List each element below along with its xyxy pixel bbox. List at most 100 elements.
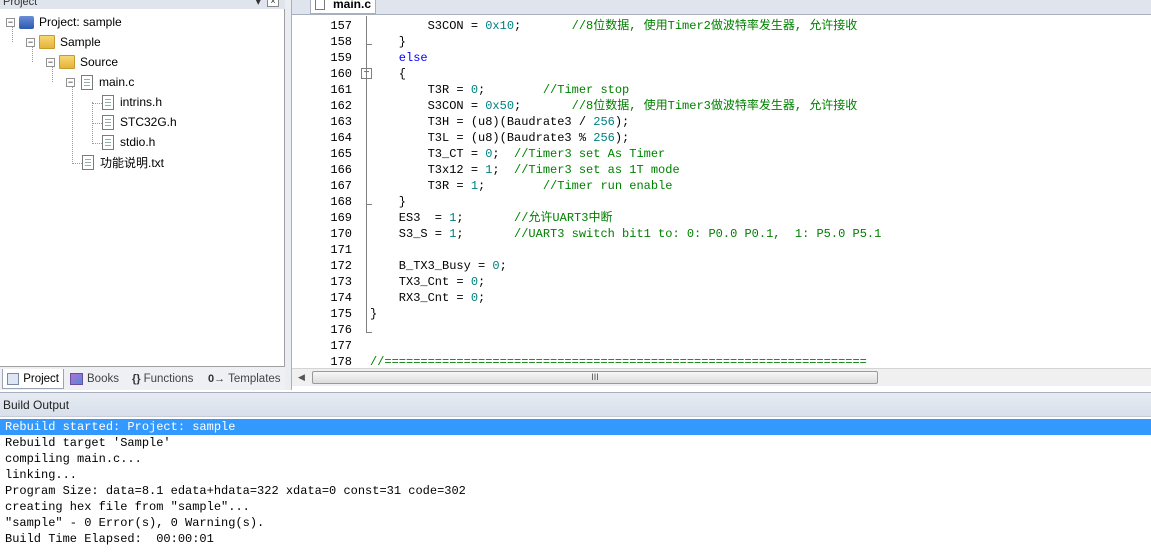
code-area[interactable]: 157 158 159 160 161 162 163 164 165 166 167 168 169 1…	[292, 16, 1151, 368]
tree-item-include[interactable]: stdio.h	[100, 132, 155, 152]
code-text: ;	[492, 163, 515, 177]
code-line: T3H = (u8)(Baudrate3 / 256);	[370, 114, 630, 130]
line-number: 167	[330, 179, 352, 193]
build-output-line: "sample" - 0 Error(s), 0 Warning(s).	[5, 516, 265, 530]
code-line: ES3 = 1; //允许UART3中断	[370, 210, 613, 226]
code-text: ;	[514, 19, 572, 33]
code-line: T3L = (u8)(Baudrate3 % 256);	[370, 130, 630, 146]
code-number: 0	[470, 291, 479, 305]
code-text: T3R =	[370, 83, 471, 97]
tree-item-label: main.c	[99, 75, 135, 89]
tree-item-include[interactable]: intrins.h	[100, 92, 162, 112]
code-text: T3L = (u8)(Baudrate3 %	[370, 131, 594, 145]
code-line: S3CON = 0x50; //8位数据, 使用Timer3做波特率发生器, 允…	[370, 98, 858, 114]
code-line: S3_S = 1; //UART3 switch bit1 to: 0: P0.…	[370, 226, 882, 242]
functions-icon: {}	[132, 373, 141, 385]
code-number: 0x50	[485, 99, 515, 113]
pin-icon[interactable]: ▾	[255, 0, 261, 9]
scroll-grip: III	[591, 372, 599, 382]
code-keyword: else	[370, 51, 428, 65]
build-output-line: Rebuild started: Project: sample	[0, 419, 1151, 435]
code-line: {	[370, 66, 406, 82]
collapse-toggle-icon[interactable]: −	[66, 77, 75, 87]
tab-label: Templates	[228, 373, 281, 385]
code-text: );	[614, 131, 630, 145]
target-folder-icon	[39, 35, 55, 49]
code-line: T3R = 1; //Timer run enable	[370, 178, 673, 194]
tree-item-source-group[interactable]: − Source	[46, 52, 118, 72]
code-text: S3_S =	[370, 227, 450, 241]
tree-item-label: Sample	[60, 35, 101, 49]
code-line: }	[370, 306, 377, 322]
project-icon	[19, 15, 34, 29]
project-icon	[7, 372, 20, 385]
tree-item-target[interactable]: − Sample	[26, 32, 101, 52]
collapse-toggle-icon[interactable]: −	[6, 17, 15, 27]
tree-item-label: Project: sample	[39, 15, 122, 29]
code-line: //======================================…	[370, 354, 867, 368]
code-text: T3_CT =	[370, 147, 486, 161]
code-text: }	[370, 35, 407, 49]
code-text: T3H = (u8)(Baudrate3 /	[370, 115, 594, 129]
tree-item-project[interactable]: − Project: sample	[6, 12, 122, 32]
build-output-title: Build Output	[3, 398, 70, 412]
line-number: 176	[330, 323, 352, 337]
line-number: 171	[330, 243, 352, 257]
project-panel-title: Project	[3, 0, 38, 8]
code-line: S3CON = 0x10; //8位数据, 使用Timer2做波特率发生器, 允…	[370, 18, 858, 34]
line-number: 175	[330, 307, 352, 321]
line-number: 173	[330, 275, 352, 289]
horizontal-scrollbar[interactable]: ◀ III	[292, 368, 1151, 386]
project-panel-tabs: Project Books {} Functions 0→ Templates	[0, 366, 285, 390]
code-text: S3CON =	[370, 19, 486, 33]
code-text: ;	[478, 291, 486, 305]
books-icon	[70, 373, 83, 385]
code-text: }	[370, 195, 407, 209]
tree-item-main-c[interactable]: − main.c	[66, 72, 134, 92]
code-line: TX3_Cnt = 0;	[370, 274, 485, 290]
tab-main-c[interactable]: main.c	[310, 0, 376, 14]
build-output-line: compiling main.c...	[5, 452, 142, 466]
code-line: B_TX3_Busy = 0;	[370, 258, 507, 274]
code-comment: //Timer run enable	[542, 179, 673, 193]
build-output-line: linking...	[5, 468, 78, 482]
line-number: 160	[330, 67, 352, 81]
tab-functions[interactable]: {} Functions	[128, 369, 202, 389]
header-file-icon	[102, 134, 114, 150]
code-comment: //UART3 switch bit1 to: 0: P0.0 P0.1, 1:…	[514, 227, 882, 241]
collapse-toggle-icon[interactable]: −	[46, 57, 55, 67]
code-number: 0	[470, 83, 479, 97]
header-file-icon	[102, 94, 114, 110]
code-number: 256	[593, 115, 615, 129]
tab-templates[interactable]: 0→ Templates	[204, 369, 282, 389]
code-text: );	[614, 115, 630, 129]
build-output-line: Program Size: data=8.1 edata+hdata=322 x…	[5, 484, 466, 498]
tab-project[interactable]: Project	[2, 369, 64, 389]
code-text: T3x12 =	[370, 163, 486, 177]
panel-splitter[interactable]	[285, 0, 292, 390]
close-icon[interactable]: ×	[267, 0, 279, 7]
line-number: 165	[330, 147, 352, 161]
code-text: ;	[492, 147, 515, 161]
build-output-panel: Build Output Rebuild started: Project: s…	[0, 392, 1151, 552]
line-number: 159	[330, 51, 352, 65]
build-output-text[interactable]: Rebuild started: Project: sample Rebuild …	[0, 419, 1151, 552]
code-text: {	[370, 67, 407, 81]
tree-item-label: 功能说明.txt	[100, 155, 165, 170]
line-number: 174	[330, 291, 352, 305]
tab-books[interactable]: Books	[66, 369, 126, 389]
build-output-header: Build Output	[0, 393, 1151, 417]
tree-item-doc[interactable]: 功能说明.txt	[80, 152, 164, 172]
collapse-toggle-icon[interactable]: −	[26, 37, 35, 47]
code-number: 1	[470, 179, 479, 193]
code-line: }	[370, 34, 406, 50]
scrollbar-thumb[interactable]: III	[312, 371, 878, 384]
line-number: 164	[330, 131, 352, 145]
line-number: 163	[330, 115, 352, 129]
code-text: TX3_Cnt =	[370, 275, 471, 289]
tree-item-include[interactable]: STC32G.h	[100, 112, 177, 132]
scroll-left-icon[interactable]: ◀	[298, 372, 305, 383]
line-number: 170	[330, 227, 352, 241]
code-number: 0	[470, 275, 479, 289]
build-output-line: Build Time Elapsed: 00:00:01	[5, 532, 214, 546]
